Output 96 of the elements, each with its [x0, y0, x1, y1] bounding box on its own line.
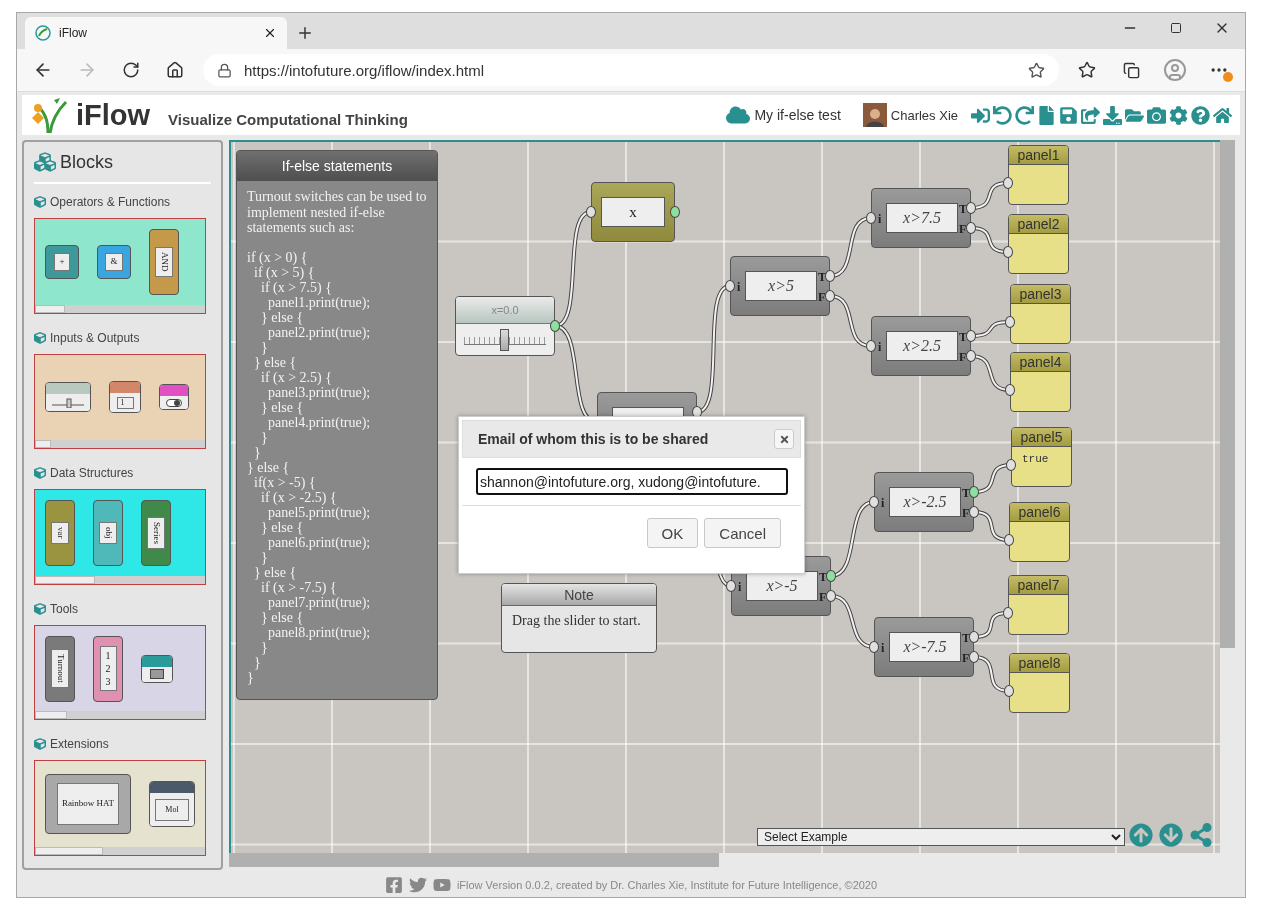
dialog-title: Email of whom this is to be shared — [478, 431, 710, 447]
panel-title: panel5 — [1012, 428, 1071, 447]
block-label: Mol — [155, 798, 189, 821]
panel-title: If-else statements — [237, 151, 437, 181]
cancel-button[interactable]: Cancel — [704, 518, 781, 548]
output-panel[interactable]: panel5 true — [1011, 427, 1072, 487]
block-label: Turnout — [51, 649, 69, 688]
section-title: Operators & Functions — [50, 194, 171, 209]
condition-text: x>-2.5 — [889, 487, 961, 517]
display-block[interactable]: Mol — [149, 781, 195, 828]
block-label: 1 2 3 — [99, 646, 117, 692]
block-label: + — [54, 252, 70, 271]
port-label: F — [962, 652, 970, 664]
port-label: i — [878, 213, 882, 225]
turnout-node[interactable]: i x>-2.5 T F — [874, 472, 974, 532]
browser-tab[interactable]: iFlow — [25, 17, 287, 50]
function-block[interactable]: var — [45, 500, 75, 566]
project-name: My if-else test — [754, 107, 841, 123]
port-label: i — [881, 497, 885, 509]
output-panel[interactable]: panel3 — [1010, 284, 1071, 344]
panel-title: panel7 — [1009, 576, 1068, 595]
port-label: F — [959, 351, 967, 363]
address-bar[interactable]: https://intofuture.org/iflow/index.html — [203, 54, 1059, 87]
output-panel[interactable]: panel4 — [1010, 352, 1071, 412]
panel-title: panel1 — [1009, 146, 1068, 165]
output-panel[interactable]: panel1 — [1008, 145, 1069, 205]
tagline: Visualize Computational Thinking — [168, 110, 408, 128]
panel-value: true — [1022, 453, 1050, 465]
port-label: F — [962, 507, 970, 519]
condition-text: x>2.5 — [886, 331, 958, 361]
url-text: https://intofuture.org/iflow/index.html — [244, 61, 486, 79]
note-title: Note — [502, 584, 656, 606]
block-label: AND — [155, 247, 173, 277]
turnout-node[interactable]: i x>-7.5 T F — [874, 617, 974, 677]
example-select[interactable]: Select Example — [757, 828, 1125, 846]
port-label: F — [818, 291, 826, 303]
function-block[interactable]: AND — [149, 228, 179, 295]
variable-node[interactable]: x — [591, 182, 675, 242]
block-label: Rainbow HAT — [56, 783, 120, 826]
condition-text: x>5 — [745, 271, 817, 301]
port-label: T — [959, 331, 967, 343]
port-label: F — [819, 591, 827, 603]
panel-title: panel2 — [1009, 215, 1068, 234]
block-label: 1 — [116, 396, 134, 410]
block-label: obj — [99, 522, 117, 544]
section-title: Data Structures — [50, 466, 134, 481]
email-field[interactable]: shannon@intofuture.org, xudong@intofuture. — [476, 468, 788, 495]
panel-title: panel6 — [1010, 503, 1069, 522]
operator-block[interactable]: + — [45, 244, 79, 279]
function-block[interactable]: Turnout — [45, 635, 75, 702]
output-panel[interactable]: panel2 — [1008, 214, 1069, 274]
port-label: i — [738, 581, 742, 593]
port-label: T — [818, 271, 826, 283]
function-block[interactable]: obj — [93, 500, 123, 566]
variable-name: x — [601, 197, 665, 227]
board-block[interactable]: Rainbow HAT — [45, 774, 131, 835]
app-name: iFlow — [76, 98, 151, 132]
output-panel[interactable]: panel7 — [1008, 575, 1069, 635]
output-panel[interactable]: panel6 — [1009, 502, 1070, 562]
code-text: if (x > 0) { if (x > 5) { if (x > 7.5) { panel1.print(true); } else { panel2.print(true); } } else { if (x > 2.5) { panel3.print(true); } else { panel4.print(true); } } } else { if(x > -5) { if (x > -2.5) { panel5.print(true); } else { panel6.print(true); } } else { if (x > -7.5) { panel7.print(true); } else { panel8.print(true); } } } — [246, 248, 372, 685]
port-label: i — [881, 642, 885, 654]
output-panel[interactable]: panel8 — [1009, 653, 1070, 713]
note-text: Drag the slider to start. — [511, 612, 642, 630]
ok-button[interactable]: OK — [646, 518, 699, 548]
sidebar-title: Blocks — [60, 151, 113, 173]
turnout-node[interactable]: i x>5 T F — [730, 256, 830, 316]
function-block[interactable]: Series — [141, 500, 171, 566]
block-label: var — [51, 522, 69, 544]
port-label: i — [737, 281, 741, 293]
port-label: T — [959, 203, 967, 215]
section-title: Inputs & Outputs — [50, 330, 140, 345]
dropdown-block[interactable]: 1 — [109, 381, 141, 414]
block-label: & — [105, 252, 123, 271]
port-label: i — [878, 341, 882, 353]
description-text: Turnout switches can be used to implement nested if-else statements such as: — [246, 188, 428, 236]
panel-title: panel4 — [1011, 353, 1070, 372]
footer-text: iFlow Version 0.0.2, created by Dr. Charles Xie, Institute for Future Intelligence, ©2020 — [456, 878, 878, 891]
port-label: T — [962, 487, 970, 499]
panel-title: panel8 — [1010, 654, 1069, 673]
block-label: Series — [147, 517, 165, 549]
note-node[interactable]: Note Drag the slider to start. — [501, 583, 657, 653]
port-label: T — [962, 632, 970, 644]
panel-title: panel3 — [1011, 285, 1070, 304]
tab-title: iFlow — [59, 26, 88, 41]
port-label: T — [819, 571, 827, 583]
section-title: Extensions — [50, 737, 109, 752]
operator-block[interactable]: & — [97, 244, 131, 279]
section-title: Tools — [50, 601, 78, 616]
turnout-node[interactable]: i x>2.5 T F — [871, 316, 971, 376]
user-name: Charles Xie — [890, 107, 958, 123]
slider-label: x=0.0 — [456, 297, 554, 325]
condition-text: x>7.5 — [886, 203, 958, 233]
condition-text: x>-7.5 — [889, 632, 961, 662]
turnout-node[interactable]: i x>7.5 T F — [871, 188, 971, 248]
sequence-block[interactable]: 1 2 3 — [93, 635, 123, 702]
port-label: F — [959, 223, 967, 235]
